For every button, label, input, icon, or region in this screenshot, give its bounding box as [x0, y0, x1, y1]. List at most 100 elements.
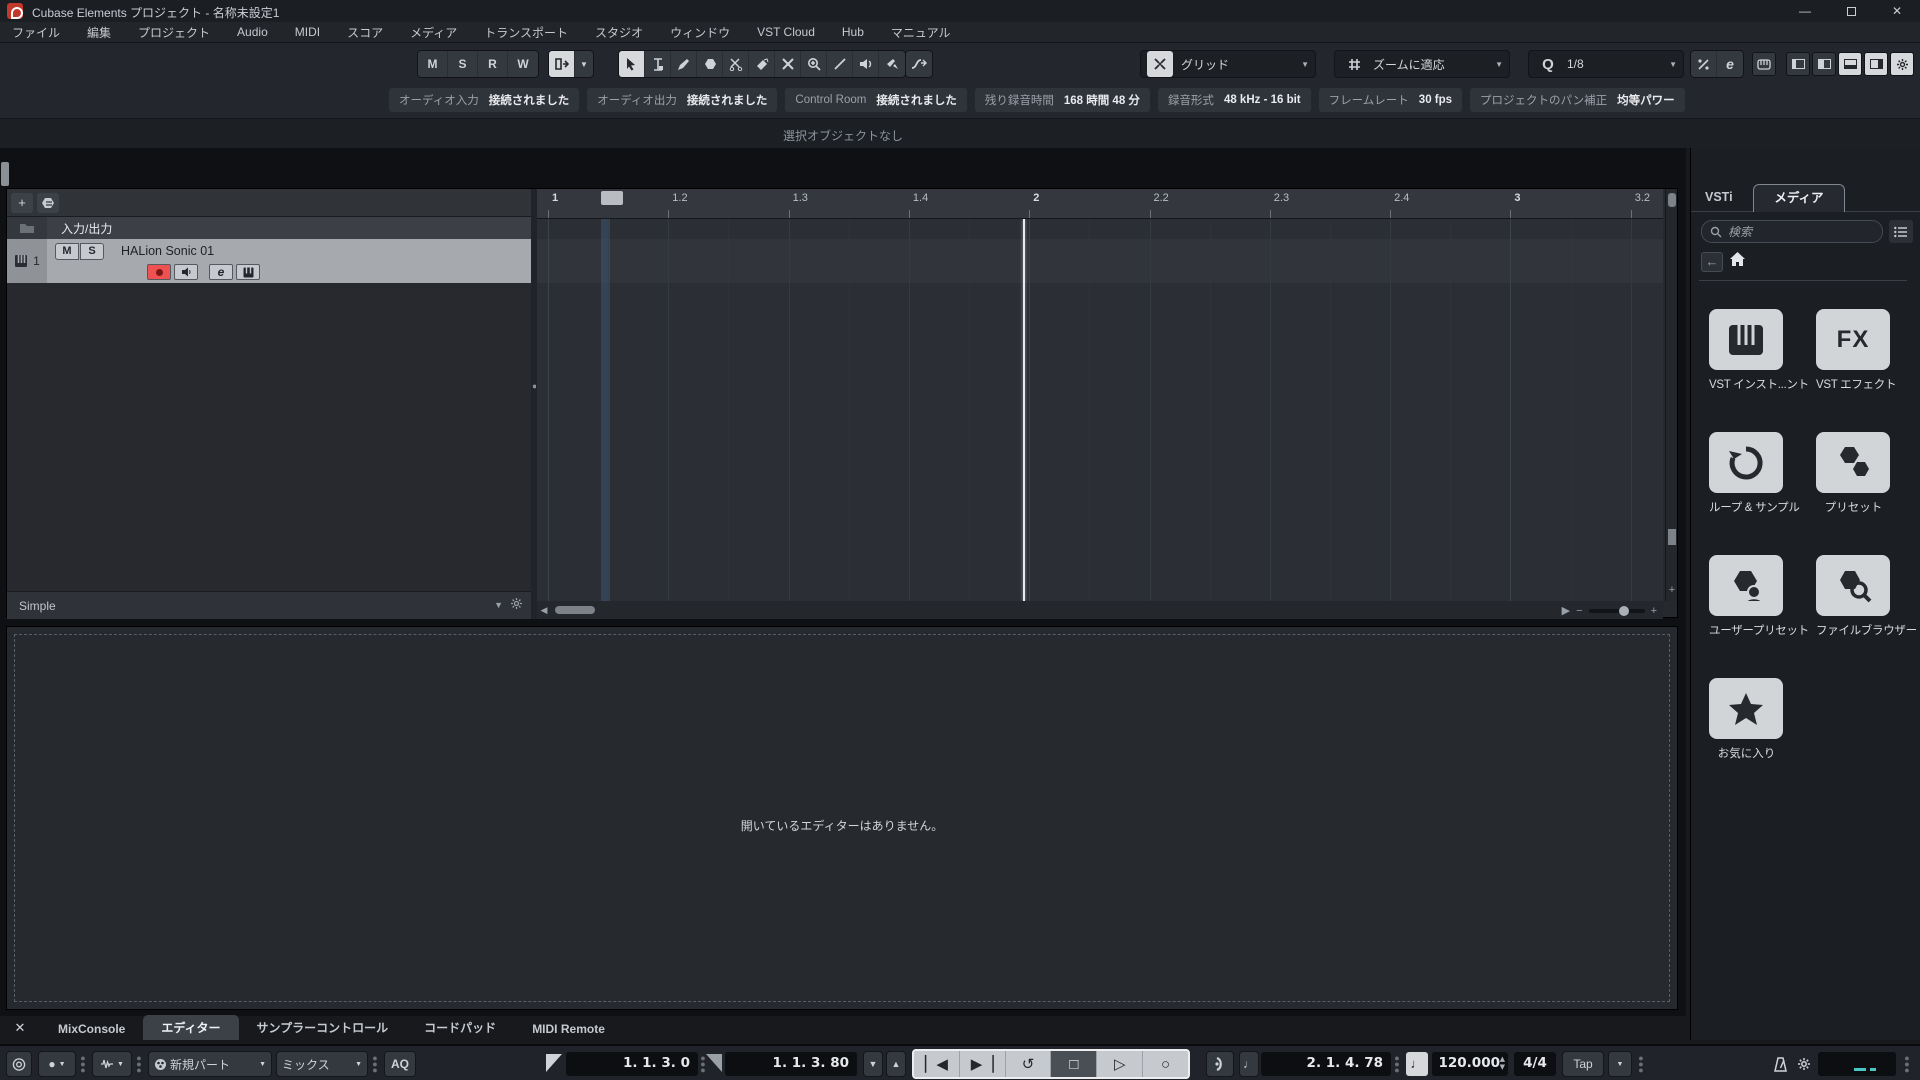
line-tool[interactable]	[827, 51, 853, 77]
mute-button[interactable]: M	[55, 243, 79, 260]
lower-zone-tab-midi-remote[interactable]: MIDI Remote	[514, 1018, 623, 1040]
autoscroll-dropdown[interactable]: ▼	[575, 51, 593, 77]
retrospective-record-icon[interactable]	[1206, 1051, 1234, 1077]
automation-w-button[interactable]: W	[508, 51, 538, 77]
results-list-icon[interactable]	[1889, 220, 1913, 243]
monitor-button[interactable]	[174, 264, 198, 280]
right-locator-flag[interactable]	[706, 1054, 722, 1072]
grid-type-dropdown[interactable]: ズームに適応 ▼	[1334, 50, 1510, 78]
instrument-track-row[interactable]: 1 M S HALion Sonic 01 e	[7, 239, 531, 283]
menu-item-Audio[interactable]: Audio	[237, 25, 268, 39]
folder-icon[interactable]	[7, 217, 47, 239]
menu-item-Hub[interactable]: Hub	[842, 25, 864, 39]
glue-tool[interactable]	[749, 51, 775, 77]
zoom-in-icon[interactable]: +	[1651, 605, 1657, 617]
lower-zone-tab-エディター[interactable]: エディター	[143, 1015, 239, 1040]
autoscroll-button[interactable]	[549, 51, 575, 77]
input-output-folder-row[interactable]: 入力/出力	[7, 217, 531, 239]
play-button[interactable]: ▷	[1097, 1051, 1144, 1077]
lower-zone-tab-mixconsole[interactable]: MixConsole	[40, 1018, 143, 1040]
menu-item-ファイル[interactable]: ファイル	[12, 24, 60, 41]
split-tool[interactable]	[723, 51, 749, 77]
tempo-spinner[interactable]: ▲ ▼	[1500, 1055, 1505, 1071]
menu-item-マニュアル[interactable]: マニュアル	[891, 24, 951, 41]
position-display[interactable]: 2. 1. 4. 78	[1261, 1052, 1391, 1076]
quantize-e-button[interactable]: e	[1717, 51, 1743, 77]
iterative-quantize-icon[interactable]	[1691, 51, 1717, 77]
keyboard-icon[interactable]	[1752, 52, 1776, 76]
media-tile-file-browser[interactable]: ファイルブラウザー	[1816, 555, 1917, 638]
transport-gear-icon[interactable]	[1792, 1051, 1816, 1077]
record-mode-button[interactable]: ● ▼	[38, 1051, 76, 1077]
kebab-icon[interactable]: ● ● ●	[372, 1054, 378, 1075]
lower-zone-tab-コードパッド[interactable]: コードパッド	[406, 1015, 514, 1040]
solo-button[interactable]: S	[80, 243, 104, 260]
left-locator-flag[interactable]	[546, 1054, 562, 1072]
home-icon[interactable]	[1729, 251, 1746, 272]
mute-tool[interactable]	[775, 51, 801, 77]
record-button[interactable]: ○	[1143, 1051, 1188, 1077]
media-tile-piano[interactable]: VST インスト...ント	[1709, 309, 1809, 392]
tab-vsti[interactable]: VSTi	[1705, 190, 1733, 204]
maximize-button[interactable]	[1828, 0, 1874, 22]
select-tool[interactable]	[619, 51, 645, 77]
horizontal-scroll-thumb[interactable]	[555, 606, 595, 614]
metronome-icon[interactable]	[1768, 1051, 1792, 1077]
chevron-down-icon[interactable]: ▼	[494, 600, 503, 610]
record-enable-button[interactable]	[147, 264, 171, 280]
vertical-scroll-thumb[interactable]	[1668, 193, 1676, 207]
punch-out-icon[interactable]: ▲	[886, 1051, 906, 1077]
locator-handle[interactable]	[601, 191, 623, 205]
menu-item-スコア[interactable]: スコア	[347, 24, 383, 41]
erase-tool[interactable]	[697, 51, 723, 77]
automation-m-button[interactable]: M	[418, 51, 448, 77]
automation-s-button[interactable]: S	[448, 51, 478, 77]
right-zone-icon[interactable]	[1864, 52, 1888, 76]
inspector-zone-icon[interactable]	[1786, 52, 1810, 76]
snap-grid-dropdown[interactable]: グリッド ▼	[1140, 50, 1316, 78]
automation-r-button[interactable]: R	[478, 51, 508, 77]
vertical-zoom-plus[interactable]: +	[1666, 584, 1678, 596]
menu-item-プロジェクト[interactable]: プロジェクト	[138, 24, 210, 41]
automation-curve-icon[interactable]	[906, 51, 932, 77]
scroll-left-icon[interactable]: ◀	[537, 605, 551, 616]
status-chip[interactable]: フレームレート 30 fps	[1318, 88, 1463, 112]
scroll-right-icon[interactable]: ▶	[1562, 604, 1570, 617]
tempo-dropdown[interactable]: ▼	[1608, 1051, 1632, 1077]
menu-item-編集[interactable]: 編集	[87, 24, 111, 41]
tab-media[interactable]: メディア	[1753, 184, 1845, 212]
zoom-tool[interactable]	[801, 51, 827, 77]
zoom-slider-thumb[interactable]	[1618, 605, 1629, 616]
track-list-preset-label[interactable]: Simple	[19, 599, 56, 613]
timeline-ruler[interactable]: 1 1.2 1.3 1.4 2 2.2 2.3 2.4 3 3.2	[537, 189, 1663, 219]
left-zone-icon[interactable]	[1812, 52, 1836, 76]
kebab-icon[interactable]: ● ● ●	[1394, 1054, 1400, 1075]
gear-icon[interactable]	[510, 597, 523, 615]
punch-in-icon[interactable]: ▼	[863, 1051, 883, 1077]
minimize-button[interactable]: —	[1782, 0, 1828, 22]
add-track-button[interactable]: +	[11, 192, 33, 213]
lower-zone-tab-サンプラーコントロール[interactable]: サンプラーコントロール	[239, 1015, 407, 1040]
edit-channel-button[interactable]: e	[209, 264, 233, 280]
go-to-end-button[interactable]: ▶▕	[960, 1051, 1006, 1077]
arrange-area[interactable]	[537, 219, 1663, 601]
setup-gear-icon[interactable]	[1890, 52, 1914, 76]
media-search[interactable]	[1701, 220, 1883, 243]
zoom-out-icon[interactable]: −	[1576, 605, 1582, 617]
media-tile-user-presets[interactable]: ユーザープリセット	[1709, 555, 1809, 638]
tempo-track-icon[interactable]: ♩	[1406, 1052, 1428, 1076]
track-preset-icon[interactable]	[37, 192, 59, 213]
tap-tempo-button[interactable]: Tap	[1562, 1051, 1604, 1077]
status-chip[interactable]: Control Room 接続されました	[785, 88, 967, 112]
horizontal-scrollbar[interactable]: ◀ ▶ − +	[537, 601, 1663, 619]
track-list-empty-area[interactable]	[7, 283, 531, 591]
status-chip[interactable]: 録音形式 48 kHz - 16 bit	[1157, 88, 1311, 112]
kebab-icon[interactable]: ● ● ●	[1904, 1054, 1910, 1075]
lower-zone-close-icon[interactable]: ✕	[0, 1020, 40, 1040]
stop-button[interactable]: □	[1051, 1051, 1098, 1077]
snap-icon[interactable]	[1147, 51, 1173, 77]
menu-item-スタジオ[interactable]: スタジオ	[595, 24, 643, 41]
quantize-dropdown[interactable]: Q 1/8 ▼	[1528, 50, 1684, 78]
vertical-scrollbar[interactable]: +	[1665, 189, 1677, 601]
media-tile-loop[interactable]: ループ & サンプル	[1709, 432, 1800, 515]
